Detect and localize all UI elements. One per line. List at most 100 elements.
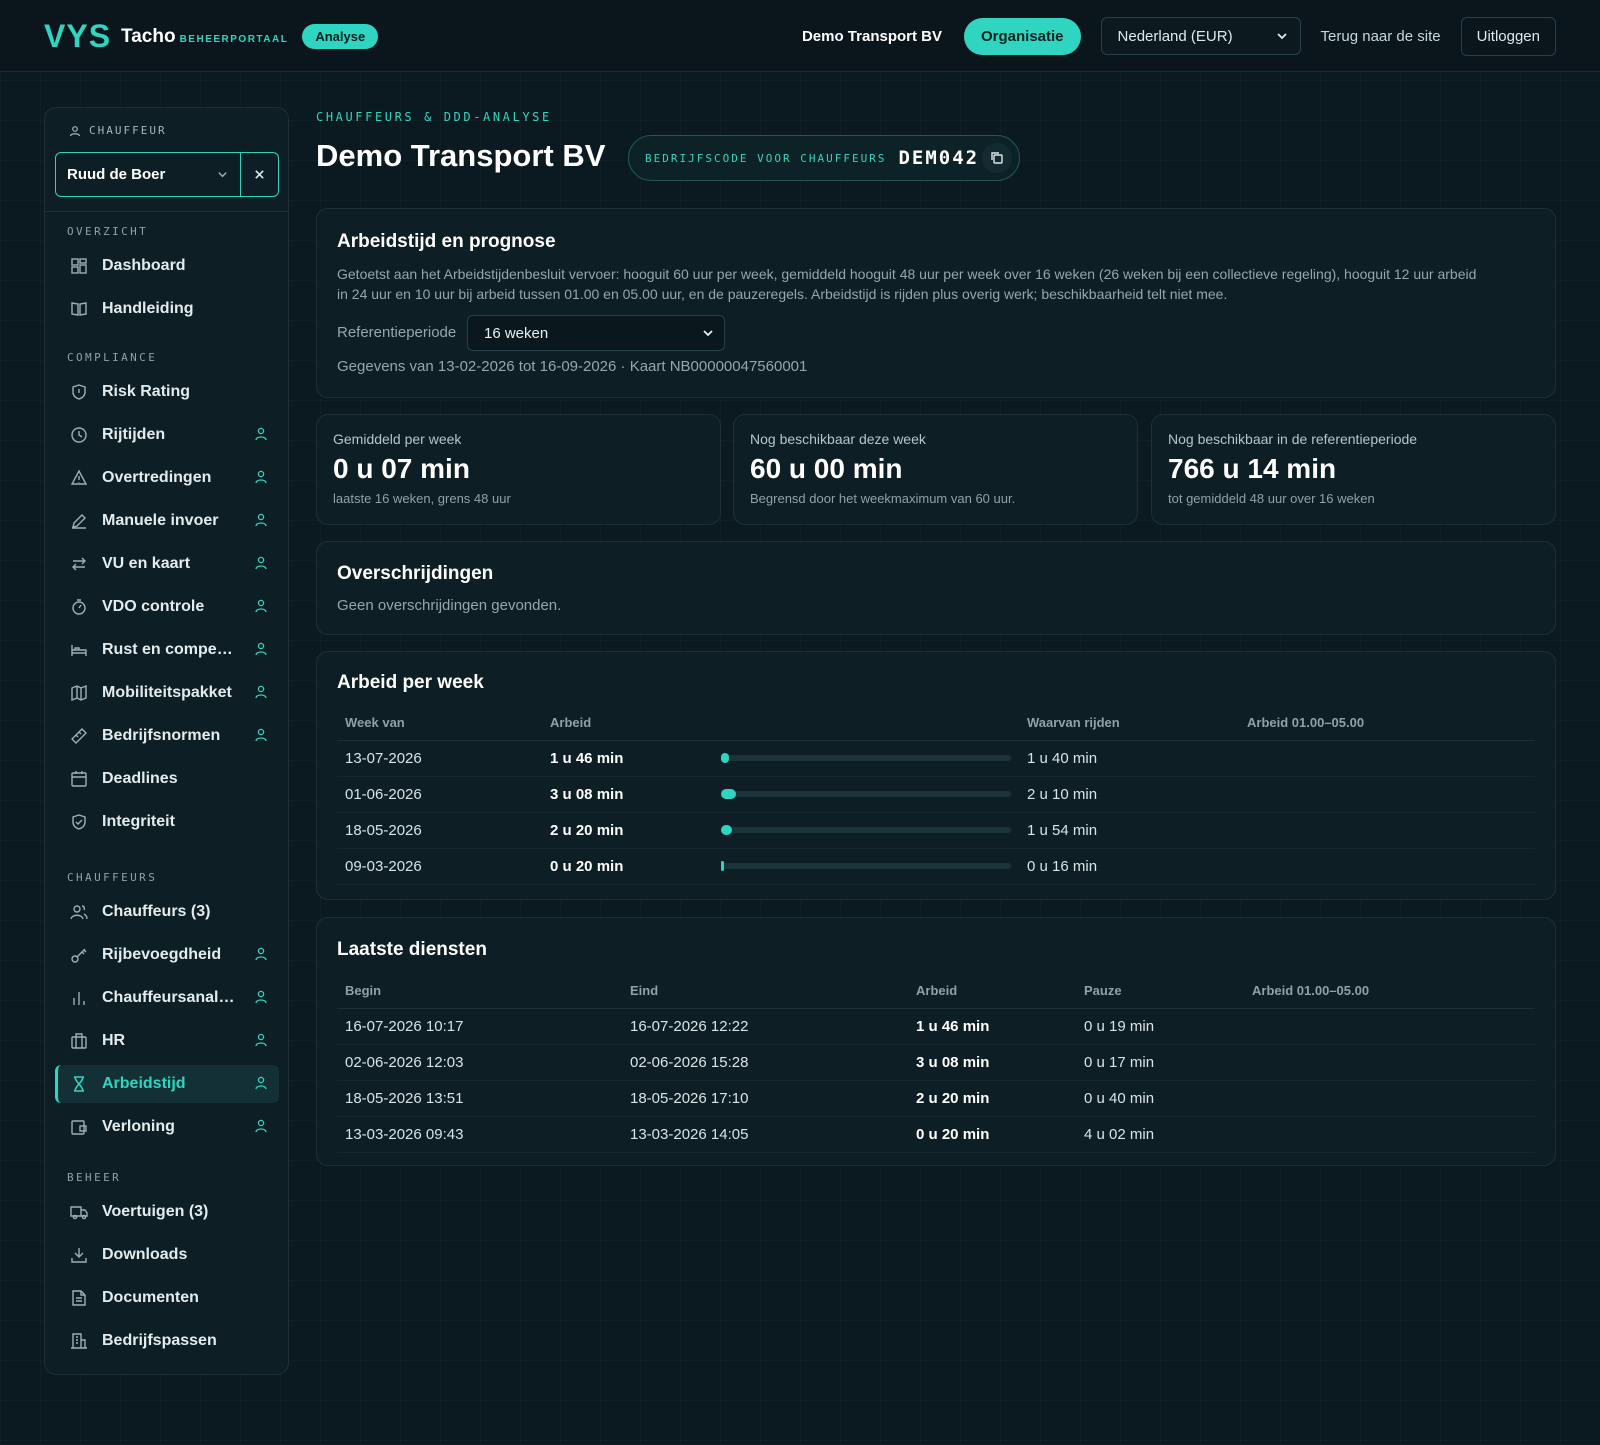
exceedances-title: Overschrijdingen [337,563,494,584]
work-cell: 0 u 20 min [908,1116,1076,1153]
sidebar-item-label: VDO controle [102,598,205,615]
stat-title: Gemiddeld per week [333,431,462,447]
shield-check-icon [69,812,89,832]
page-eyebrow: CHAUFFEURS & DDD-ANALYSE [316,110,552,124]
sidebar-item-company-cards[interactable]: Bedrijfspassen [55,1322,279,1360]
chevron-down-icon [703,330,713,337]
sidebar-item-manual-input[interactable]: Manuele invoer [55,502,279,540]
work-bar-fill [721,789,736,799]
table-header-row: Begin Eind Arbeid Pauze Arbeid 01.00–05.… [337,973,1535,1009]
forecast-description-line: in 24 uur en 10 uur bij arbeid tussen 01… [337,286,1228,302]
work-cell: 1 u 46 min [542,740,713,777]
back-to-site-link[interactable]: Terug naar de site [1321,28,1441,45]
sidebar-item-integrity[interactable]: Integriteit [55,803,279,841]
sidebar-item-worktime[interactable]: Arbeidstijd [55,1065,279,1103]
company-code-value: DEM042 [898,147,980,169]
reference-period-select[interactable]: 16 weken [467,315,725,351]
sidebar-item-label: Verloning [102,1118,175,1135]
stat-value: 766 u 14 min [1168,453,1337,484]
column-header: Waarvan rijden [1019,705,1239,741]
analyse-badge: Analyse [302,24,379,49]
sidebar-item-label: VU en kaart [102,555,191,572]
sidebar-item-documents[interactable]: Documenten [55,1279,279,1317]
country-select[interactable]: Nederland (EUR) [1100,17,1301,55]
sidebar-item-dashboard[interactable]: Dashboard [55,247,279,285]
transfer-icon [69,554,89,574]
sidebar-item-manual[interactable]: Handleiding [55,290,279,328]
work-bar-track [721,789,1011,799]
sidebar-item-deadlines[interactable]: Deadlines [55,760,279,798]
wallet-icon [69,1117,89,1137]
close-icon [255,170,264,179]
drive-cell: 2 u 10 min [1019,776,1239,813]
sidebar-item-drivers[interactable]: Chauffeurs (3) [55,893,279,931]
sidebar-section-overview: OVERZICHT [67,225,149,238]
key-icon [69,945,89,965]
top-bar: VYS Tacho BEHEERPORTAAL Analyse Demo Tra… [0,0,1600,72]
sidebar-item-driving-times[interactable]: Rijtijden [55,416,279,454]
sidebar-item-payroll[interactable]: Verloning [55,1108,279,1146]
driver-scope-icon [255,728,267,742]
sidebar-item-mobility[interactable]: Mobiliteitspakket [55,674,279,712]
night-work-cell [1239,776,1535,813]
logo-subtitle: BEHEERPORTAAL [179,34,289,45]
data-range: Gegevens van 13-02-2026 tot 16-09-2026 ·… [337,358,808,375]
drive-cell: 1 u 40 min [1019,740,1239,777]
sidebar-item-vu-card[interactable]: VU en kaart [55,545,279,583]
sidebar-item-driver-analysis[interactable]: Chauffeursanalyse [55,979,279,1017]
sidebar-item-hr[interactable]: HR [55,1022,279,1060]
driver-select[interactable]: Ruud de Boer [55,152,279,197]
copy-code-button[interactable] [982,143,1012,173]
org-name: Demo Transport BV [801,27,942,45]
sidebar-item-risk-rating[interactable]: Risk Rating [55,373,279,411]
column-header: Eind [622,973,908,1009]
sidebar-item-label: Manuele invoer [102,512,219,529]
column-header: Arbeid 01.00–05.00 [1239,705,1535,741]
sidebar-item-label: Rust en compensatie [102,641,242,658]
stat-title: Nog beschikbaar in de referentieperiode [1168,431,1418,447]
work-cell: 3 u 08 min [542,776,713,813]
sidebar-item-vehicles[interactable]: Voertuigen (3) [55,1193,279,1231]
driver-scope-icon [255,990,267,1004]
night-work-cell [1239,740,1535,777]
stat-subtitle: Begrensd door het weekmaximum van 60 uur… [750,491,1016,506]
latest-shifts-title: Laatste diensten [337,939,487,960]
pause-cell: 4 u 02 min [1076,1116,1244,1153]
pause-cell: 0 u 40 min [1076,1080,1244,1117]
driver-scope-icon [255,599,267,613]
logout-button[interactable]: Uitloggen [1460,16,1556,56]
document-icon [69,1288,89,1308]
logo[interactable]: VYS Tacho BEHEERPORTAAL Analyse [44,18,379,55]
sidebar-item-license[interactable]: Rijbevoegdheid [55,936,279,974]
sidebar-item-violations[interactable]: Overtredingen [55,459,279,497]
column-header: Week van [337,705,542,741]
sidebar-item-label: Handleiding [102,300,194,317]
stat-value: 60 u 00 min [750,453,903,484]
work-cell: 0 u 20 min [542,848,713,885]
column-header: Begin [337,973,622,1009]
bar-chart-icon [69,988,89,1008]
work-bar-fill [721,861,724,871]
night-work-cell [1244,1080,1535,1117]
pause-cell: 0 u 17 min [1076,1044,1244,1081]
organisation-button[interactable]: Organisatie [964,17,1081,55]
sidebar-item-rest[interactable]: Rust en compensatie [55,631,279,669]
map-icon [69,683,89,703]
sidebar-item-company-norms[interactable]: Bedrijfsnormen [55,717,279,755]
clock-icon [69,425,89,445]
exceedances-empty: Geen overschrijdingen gevonden. [337,597,562,614]
company-code-label: BEDRIJFSCODE VOOR CHAUFFEURS [645,151,887,165]
driver-picker-header: CHAUFFEUR [45,108,288,137]
drive-cell: 0 u 16 min [1019,848,1239,885]
users-icon [69,902,89,922]
sidebar-item-label: Bedrijfsnormen [102,727,221,744]
logo-mark: VYS [44,18,112,54]
night-work-cell [1244,1116,1535,1153]
clear-driver-button[interactable] [240,153,278,196]
truck-icon [69,1202,89,1222]
sidebar-item-vdo-check[interactable]: VDO controle [55,588,279,626]
sidebar-item-downloads[interactable]: Downloads [55,1236,279,1274]
download-icon [69,1245,89,1265]
copy-icon [991,152,1003,164]
sidebar-item-label: Arbeidstijd [102,1075,186,1092]
